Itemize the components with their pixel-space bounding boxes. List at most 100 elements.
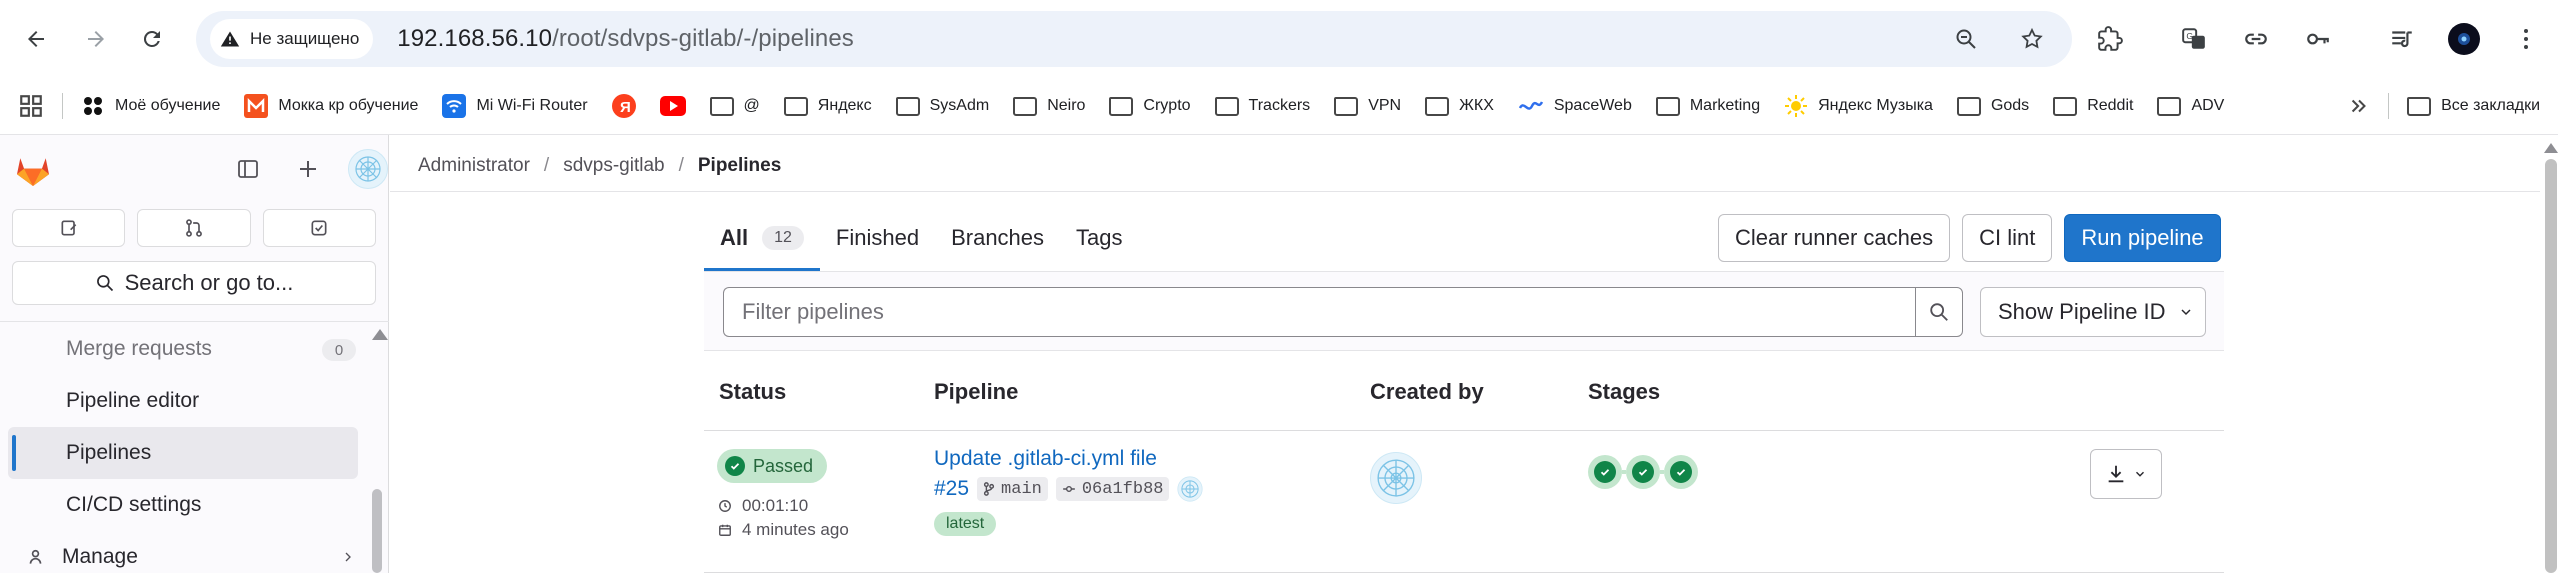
finished-value: 4 minutes ago <box>742 520 849 539</box>
link-icon <box>2245 33 2267 45</box>
check-circle-icon <box>725 456 745 476</box>
tab-all[interactable]: All 12 <box>704 205 820 271</box>
status-badge[interactable]: Passed <box>717 449 828 483</box>
branch-ref[interactable]: main <box>977 477 1048 501</box>
all-bookmarks-button[interactable]: Все закладки <box>2395 86 2558 126</box>
back-button[interactable] <box>16 19 56 59</box>
bookmark-item[interactable]: ADV <box>2145 86 2236 126</box>
tab-finished[interactable]: Finished <box>820 205 935 271</box>
zoom-button[interactable] <box>1946 19 1986 59</box>
bookmarks-overflow-button[interactable] <box>2336 86 2382 126</box>
sidebar-item-pipeline-editor[interactable]: Pipeline editor <box>0 375 370 427</box>
security-indicator[interactable]: Не защищено <box>210 19 374 59</box>
tab-branches[interactable]: Branches <box>935 205 1060 271</box>
sidebar-item-pipelines[interactable]: Pipelines <box>8 427 358 479</box>
pipeline-commit-title-link[interactable]: Update .gitlab-ci.yml file <box>934 447 1157 471</box>
check-icon <box>1594 461 1616 483</box>
breadcrumb-item-current[interactable]: Pipelines <box>698 155 781 177</box>
scroll-up-arrow-icon[interactable] <box>2544 143 2558 153</box>
scroll-up-arrow-icon[interactable] <box>372 329 388 340</box>
commit-ref[interactable]: 06a1fb88 <box>1055 477 1170 501</box>
bookmark-label: SysAdm <box>929 97 990 114</box>
media-button[interactable] <box>2382 19 2422 59</box>
filter-pipelines-input[interactable]: Filter pipelines <box>723 287 1915 337</box>
sidebar-nav: Merge requests 0 Pipeline editor Pipelin… <box>0 323 370 583</box>
stage-status-passed[interactable] <box>1626 455 1660 489</box>
bookmark-item[interactable]: Яндекс Музыка <box>1772 86 1945 126</box>
forward-button[interactable] <box>76 19 116 59</box>
bookmark-item[interactable]: Marketing <box>1644 86 1772 126</box>
issues-icon <box>61 220 76 236</box>
page-scrollbar[interactable] <box>2544 135 2558 573</box>
tab-tags[interactable]: Tags <box>1060 205 1138 271</box>
bookmark-item[interactable]: @ <box>698 86 772 126</box>
sidebar-item-merge-requests[interactable]: Merge requests 0 <box>0 323 370 375</box>
reload-icon <box>143 30 160 47</box>
bookmark-item[interactable]: Crypto <box>1097 86 1202 126</box>
bookmark-item[interactable]: Trackers <box>1203 86 1323 126</box>
url-text[interactable]: 192.168.56.10/root/sdvps-gitlab/-/pipeli… <box>397 25 854 53</box>
apps-button[interactable] <box>0 86 56 126</box>
bookmark-item[interactable]: VPN <box>1322 86 1413 126</box>
run-pipeline-button[interactable]: Run pipeline <box>2064 214 2221 262</box>
bookmark-item[interactable]: Яндекс <box>772 86 884 126</box>
stage-status-passed[interactable] <box>1664 455 1698 489</box>
profile-button[interactable] <box>2444 19 2484 59</box>
address-bar[interactable]: Не защищено 192.168.56.10/root/sdvps-git… <box>196 11 2072 67</box>
filter-search-button[interactable] <box>1915 287 1963 337</box>
kebab-menu-icon <box>2524 29 2528 49</box>
search-icon <box>1930 303 1948 321</box>
bookmark-label: ADV <box>2191 97 2225 114</box>
commit-author-avatar-icon[interactable] <box>1177 476 1204 502</box>
bookmark-item[interactable]: Моё обучение <box>69 86 232 126</box>
sidebar-section-manage[interactable]: Manage <box>0 531 370 583</box>
sidebar-scrollbar[interactable] <box>372 329 388 573</box>
show-pipeline-id-dropdown[interactable]: Show Pipeline ID <box>1980 287 2206 337</box>
reload-button[interactable] <box>132 19 172 59</box>
bookmark-item[interactable] <box>648 86 698 126</box>
bookmark-item[interactable]: Gods <box>1945 86 2041 126</box>
warning-triangle-icon <box>220 31 240 47</box>
folder-icon <box>1013 96 1038 116</box>
sidebar-scrollbar-thumb[interactable] <box>372 489 382 573</box>
bookmark-item[interactable]: SysAdm <box>884 86 1002 126</box>
extensions-button[interactable] <box>2090 19 2130 59</box>
identicon-icon <box>355 156 381 182</box>
ci-lint-button[interactable]: CI lint <box>1962 214 2053 262</box>
browser-menu-button[interactable] <box>2506 19 2546 59</box>
bookmark-label: Crypto <box>1143 97 1191 114</box>
search-button[interactable]: Search or go to... <box>12 261 376 305</box>
latest-badge: latest <box>934 512 997 536</box>
bookmark-item[interactable]: Reddit <box>2041 86 2145 126</box>
link-button[interactable] <box>2236 19 2276 59</box>
user-avatar[interactable] <box>348 149 388 189</box>
merge-requests-button[interactable] <box>137 209 251 247</box>
created-by-avatar[interactable] <box>1370 452 1422 504</box>
translate-button[interactable]: G <box>2174 19 2214 59</box>
bookmark-item[interactable]: Я <box>600 86 648 126</box>
breadcrumb-item-group[interactable]: Administrator <box>418 155 530 177</box>
bookmark-star-button[interactable] <box>2012 19 2052 59</box>
bookmark-item[interactable]: Neiro <box>1001 86 1097 126</box>
url-path: /root/sdvps-gitlab/-/pipelines <box>552 25 854 52</box>
assigned-issues-button[interactable] <box>12 209 126 247</box>
sidebar-item-cicd-settings[interactable]: CI/CD settings <box>0 479 370 531</box>
todo-list-button[interactable] <box>262 209 376 247</box>
pipeline-id-link[interactable]: #25 <box>934 477 969 501</box>
stage-status-passed[interactable] <box>1588 455 1622 489</box>
pipeline-finished-time: 4 minutes ago <box>718 520 849 540</box>
bookmark-item[interactable]: Mi Wi-Fi Router <box>430 86 599 126</box>
clear-runner-caches-button[interactable]: Clear runner caches <box>1718 214 1951 262</box>
download-artifacts-button[interactable] <box>2090 449 2162 499</box>
bookmark-item[interactable]: ЖКХ <box>1413 86 1506 126</box>
commit-icon <box>1063 485 1075 493</box>
gitlab-logo-icon[interactable] <box>16 155 50 187</box>
toggle-sidebar-button[interactable] <box>228 149 268 189</box>
page-scrollbar-thumb[interactable] <box>2545 159 2557 573</box>
bookmark-item[interactable]: Мокка кр обучение <box>232 86 430 126</box>
queue-music-icon <box>2392 31 2412 48</box>
breadcrumb-item-project[interactable]: sdvps-gitlab <box>563 155 664 177</box>
bookmark-item[interactable]: SpaceWeb <box>1506 86 1644 126</box>
password-button[interactable] <box>2298 19 2338 59</box>
create-new-button[interactable] <box>288 149 328 189</box>
